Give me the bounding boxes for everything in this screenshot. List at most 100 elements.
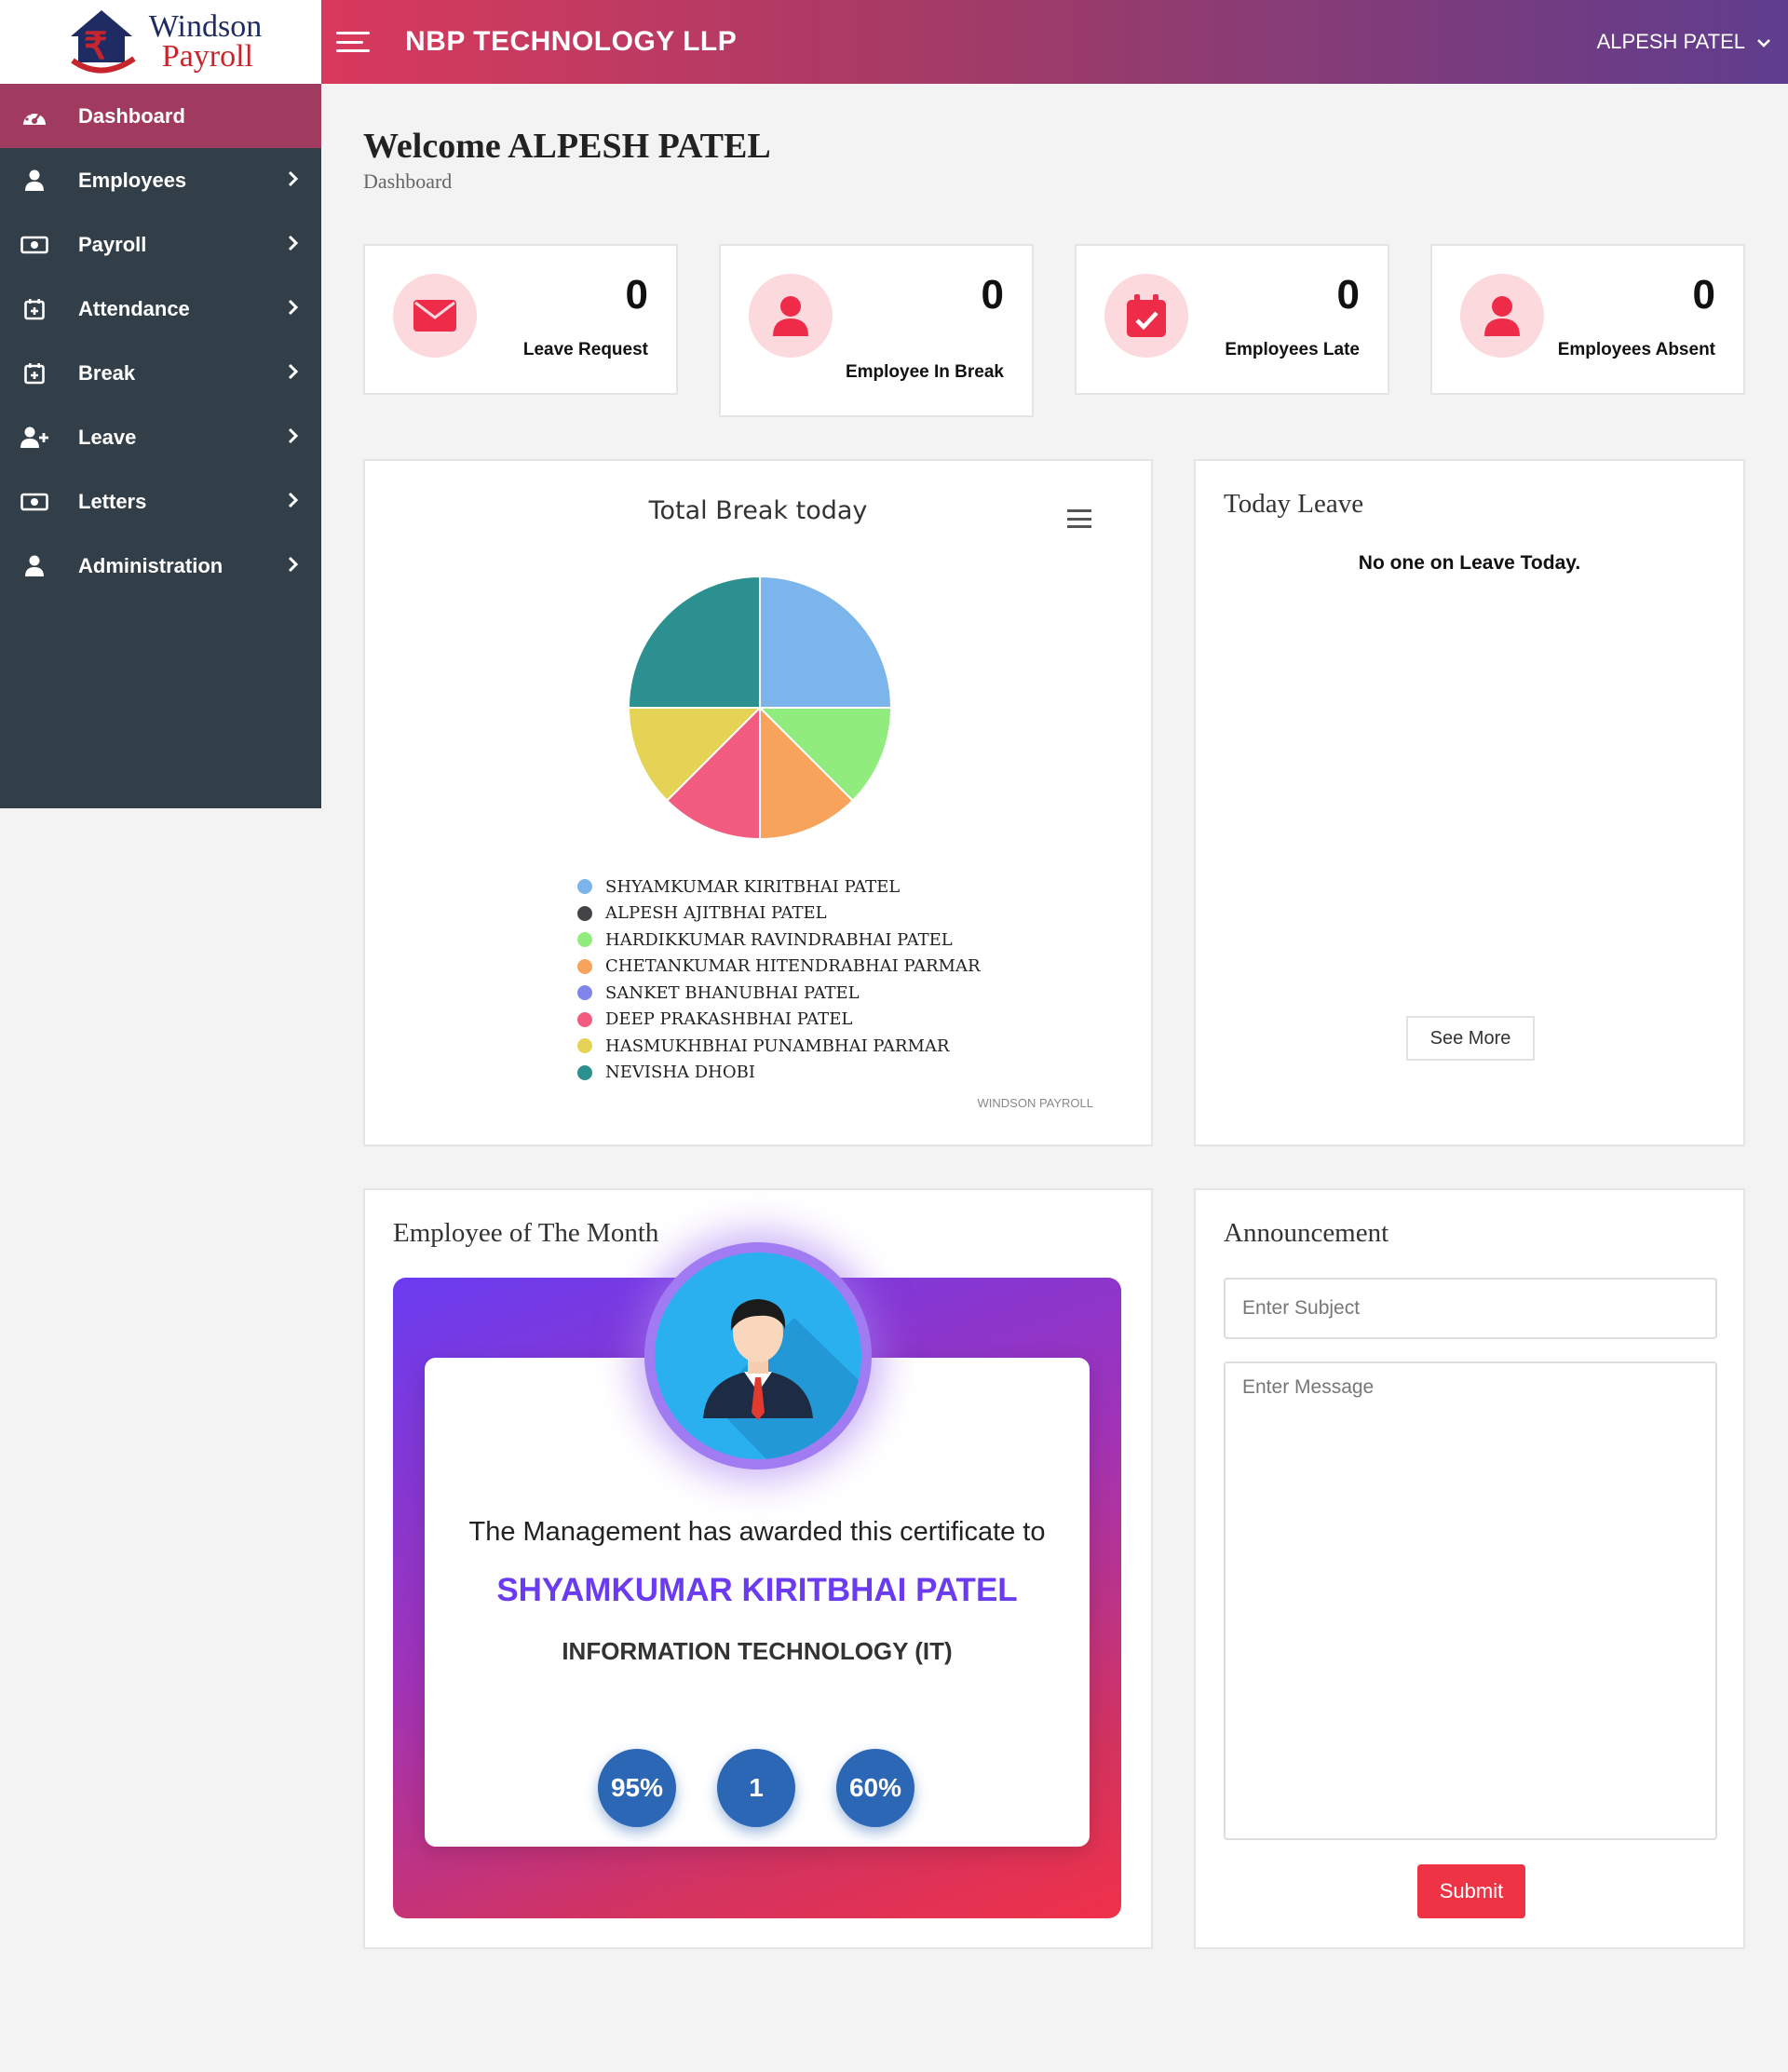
sidebar-item-administration[interactable]: Administration: [0, 534, 321, 598]
sidebar-item-payroll[interactable]: Payroll: [0, 212, 321, 277]
awardee-name: SHYAMKUMAR KIRITBHAI PATEL: [496, 1572, 1018, 1608]
user-icon: [20, 554, 48, 578]
stat-label: Leave Request: [522, 340, 648, 359]
brand-name: Windson Payroll: [148, 9, 263, 74]
sidebar-item-label: Employees: [78, 168, 187, 192]
stat-label: Employees Absent: [1557, 340, 1715, 359]
legend-marker: [577, 1038, 592, 1054]
sidebar-item-label: Administration: [78, 553, 224, 577]
avatar: [644, 1242, 872, 1469]
sidebar-item-letters[interactable]: Letters: [0, 469, 321, 534]
today-leave-panel: Today Leave No one on Leave Today. See M…: [1194, 459, 1745, 1146]
user-icon: [1460, 274, 1544, 358]
stat-badge: 95%: [598, 1749, 676, 1827]
chevron-right-icon: [288, 297, 299, 321]
legend-label: HARDIKKUMAR RAVINDRABHAI PATEL: [605, 929, 953, 950]
company-name: NBP TECHNOLOGY LLP: [405, 26, 738, 57]
stat-value: 0: [625, 272, 648, 318]
chevron-right-icon: [288, 554, 299, 578]
chart-credit: WINDSON PAYROLL: [977, 1096, 1093, 1110]
sidebar-item-attendance[interactable]: Attendance: [0, 277, 321, 341]
businessman-icon: [703, 1299, 861, 1459]
chart-menu-icon[interactable]: [1067, 509, 1091, 528]
chart-title: Total Break today: [648, 496, 868, 525]
legend-label: SANKET BHANUBHAI PATEL: [605, 982, 860, 1003]
page-title: Welcome ALPESH PATEL: [363, 127, 771, 166]
sidebar-item-label: Letters: [78, 489, 147, 513]
legend-item[interactable]: HARDIKKUMAR RAVINDRABHAI PATEL: [577, 927, 981, 954]
message-textarea[interactable]: [1224, 1361, 1717, 1840]
sidebar-item-dashboard[interactable]: Dashboard: [0, 84, 321, 148]
chevron-right-icon: [288, 426, 299, 450]
stat-label: Employees Late: [1225, 340, 1360, 359]
money-icon: [20, 490, 48, 514]
brand-line-1: Windson: [148, 9, 263, 44]
chevron-right-icon: [288, 361, 299, 386]
user-plus-icon: [20, 426, 48, 450]
legend-item[interactable]: SANKET BHANUBHAI PATEL: [577, 980, 981, 1007]
sidebar-item-leave[interactable]: Leave: [0, 405, 321, 469]
brand-logo[interactable]: ₹ Windson Payroll: [0, 0, 321, 84]
pie-slice[interactable]: [759, 575, 893, 709]
see-more-button[interactable]: See More: [1406, 1016, 1535, 1061]
sidebar-item-label: Attendance: [78, 296, 190, 320]
stat-card-employee-in-break: 0 Employee In Break: [719, 244, 1034, 417]
legend-marker: [577, 1064, 592, 1080]
chevron-right-icon: [288, 233, 299, 257]
legend-item[interactable]: NEVISHA DHOBI: [577, 1060, 981, 1087]
subject-input[interactable]: [1224, 1278, 1717, 1339]
user-icon: [20, 169, 48, 193]
legend-marker: [577, 905, 592, 921]
legend-item[interactable]: ALPESH AJITBHAI PATEL: [577, 901, 981, 928]
legend-item[interactable]: SHYAMKUMAR KIRITBHAI PATEL: [577, 873, 981, 901]
calendar-plus-icon: [20, 297, 48, 321]
break-chart-panel: Total Break today SHYAMKUMAR KIRITBHAI P…: [363, 459, 1153, 1146]
sidebar: Dashboard Employees Payroll Attendance B…: [0, 84, 321, 808]
svg-text:₹: ₹: [84, 25, 107, 67]
submit-button[interactable]: Submit: [1417, 1864, 1525, 1918]
sidebar-item-label: Dashboard: [78, 103, 185, 128]
panel-title: Employee of The Month: [393, 1218, 659, 1248]
money-icon: [20, 233, 48, 257]
chevron-right-icon: [288, 490, 299, 514]
legend-item[interactable]: CHETANKUMAR HITENDRABHAI PARMAR: [577, 954, 981, 981]
legend-label: SHYAMKUMAR KIRITBHAI PATEL: [605, 876, 901, 897]
legend-marker: [577, 932, 592, 948]
pie-slice[interactable]: [627, 575, 761, 709]
envelope-icon: [393, 274, 477, 358]
stat-label: Employee In Break: [845, 362, 1004, 382]
menu-toggle-icon[interactable]: [336, 28, 370, 56]
user-menu[interactable]: ALPESH PATEL: [1597, 0, 1771, 84]
legend-marker: [577, 879, 592, 895]
employee-of-month-panel: Employee of The Month The Management has…: [363, 1188, 1153, 1949]
stat-badge: 1: [717, 1749, 795, 1827]
award-text: The Management has awarded this certific…: [468, 1517, 1046, 1547]
stat-card-employees-late: 0 Employees Late: [1075, 244, 1389, 395]
calendar-check-icon: [1104, 274, 1188, 358]
brand-line-2: Payroll: [161, 39, 253, 74]
chevron-right-icon: [288, 169, 299, 193]
announcement-panel: Announcement Submit: [1194, 1188, 1745, 1949]
chart-legend: SHYAMKUMAR KIRITBHAI PATEL ALPESH AJITBHA…: [577, 873, 981, 1086]
sidebar-item-label: Leave: [78, 425, 137, 449]
legend-item[interactable]: DEEP PRAKASHBHAI PATEL: [577, 1007, 981, 1034]
chevron-down-icon: [1756, 30, 1771, 54]
legend-label: ALPESH AJITBHAI PATEL: [605, 903, 827, 924]
logo-icon: ₹: [70, 10, 136, 74]
breadcrumb: Dashboard: [363, 169, 453, 193]
sidebar-item-label: Break: [78, 360, 136, 385]
legend-label: CHETANKUMAR HITENDRABHAI PARMAR: [605, 956, 981, 977]
legend-item[interactable]: HASMUKHBHAI PUNAMBHAI PARMAR: [577, 1033, 981, 1060]
sidebar-item-label: Payroll: [78, 232, 147, 256]
panel-title: Today Leave: [1224, 489, 1364, 519]
sidebar-item-break[interactable]: Break: [0, 341, 321, 405]
awardee-department: INFORMATION TECHNOLOGY (IT): [562, 1637, 953, 1665]
stat-card-leave-request: 0 Leave Request: [363, 244, 678, 395]
stat-value: 0: [1692, 272, 1715, 318]
stat-card-employees-absent: 0 Employees Absent: [1430, 244, 1745, 395]
sidebar-item-employees[interactable]: Employees: [0, 148, 321, 212]
stat-badge: 60%: [836, 1749, 914, 1827]
user-name: ALPESH PATEL: [1596, 30, 1745, 53]
user-icon: [749, 274, 833, 358]
panel-title: Announcement: [1224, 1218, 1389, 1248]
